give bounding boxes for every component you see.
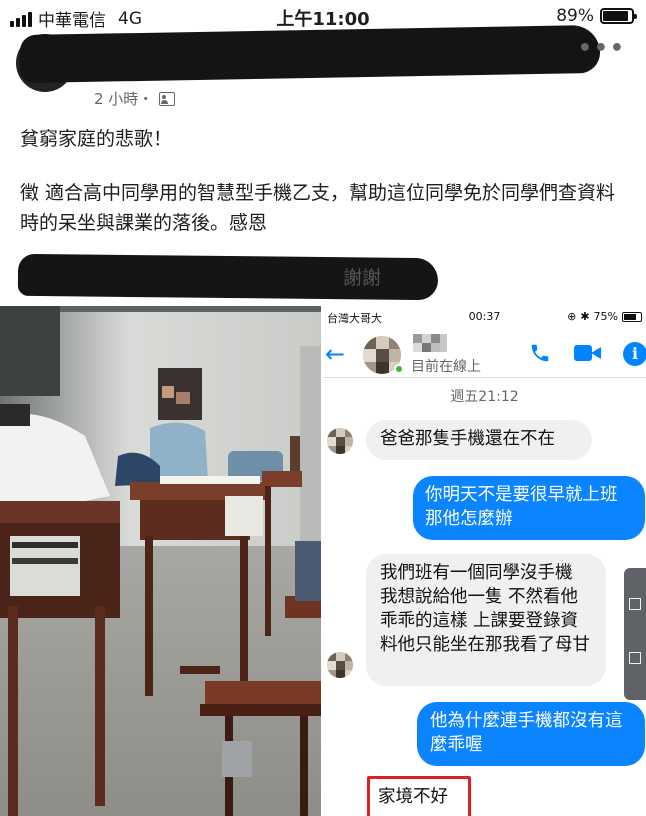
classroom-illustration — [0, 306, 321, 816]
message-bubble-outgoing[interactable]: 你明天不是要很早就上班那他怎麼辦 — [413, 476, 645, 540]
battery-percent: 89% — [556, 6, 594, 26]
messenger-battery-percent: 75% — [593, 310, 618, 323]
message-highlighted[interactable]: 家境不好 — [367, 776, 471, 816]
online-indicator — [394, 364, 404, 374]
friends-audience-icon — [159, 91, 176, 106]
message-bubble-incoming[interactable]: 爸爸那隻手機還在不在 — [366, 420, 592, 460]
translate-icon[interactable] — [629, 598, 641, 610]
messenger-status-right: ⊕ ✱ 75% — [567, 310, 642, 323]
bluetooth-icon: ✱ — [580, 310, 590, 323]
message-bubble-incoming[interactable]: 我們班有一個同學沒手機 我想說給他一隻 不然看他乖乖的這樣 上課要登錄資料他只能… — [366, 554, 606, 686]
post-timestamp[interactable]: 2 小時・ — [94, 88, 153, 109]
sender-avatar — [327, 652, 353, 678]
status-right: 89% — [556, 6, 637, 26]
post-text-line2: 徵 適合高中同學用的智慧型手機乙支，幫助這位同學免於同學們查資料時的呆坐與課業的… — [20, 182, 616, 234]
more-horizontal-icon[interactable]: ••• — [578, 36, 626, 61]
post-thanks: 謝謝 — [343, 267, 382, 289]
classroom-photo[interactable] — [0, 306, 321, 816]
phone-call-icon[interactable] — [529, 342, 551, 364]
alarm-icon: ⊕ — [567, 310, 577, 323]
post-text-line1: 貧窮家庭的悲歌！ — [20, 128, 173, 150]
battery-icon — [600, 8, 637, 24]
presence-status: 目前在線上 — [411, 359, 481, 375]
message-bubble-outgoing[interactable]: 他為什麼連手機都沒有這麼乖喔 — [417, 702, 645, 766]
side-toolbar[interactable] — [624, 568, 646, 700]
back-arrow-icon[interactable]: ← — [325, 340, 345, 368]
messenger-battery-icon — [622, 311, 642, 322]
messenger-status-bar: 台灣大哥大 00:37 ⊕ ✱ 75% — [323, 308, 646, 326]
sender-avatar — [327, 428, 353, 454]
conversation-header: ← 目前在線上 i — [323, 326, 646, 378]
save-icon[interactable] — [629, 652, 641, 664]
info-icon[interactable]: i — [623, 342, 646, 366]
message-date-separator: 週五21:12 — [450, 389, 519, 405]
post-meta: 2 小時・ — [94, 88, 176, 109]
contact-name-blurred — [413, 334, 447, 352]
video-call-icon[interactable] — [574, 344, 602, 362]
messenger-screenshot: 台灣大哥大 00:37 ⊕ ✱ 75% ← 目前在線上 i 週五21:12 爸爸… — [323, 306, 646, 816]
redacted-author-name — [19, 24, 601, 84]
